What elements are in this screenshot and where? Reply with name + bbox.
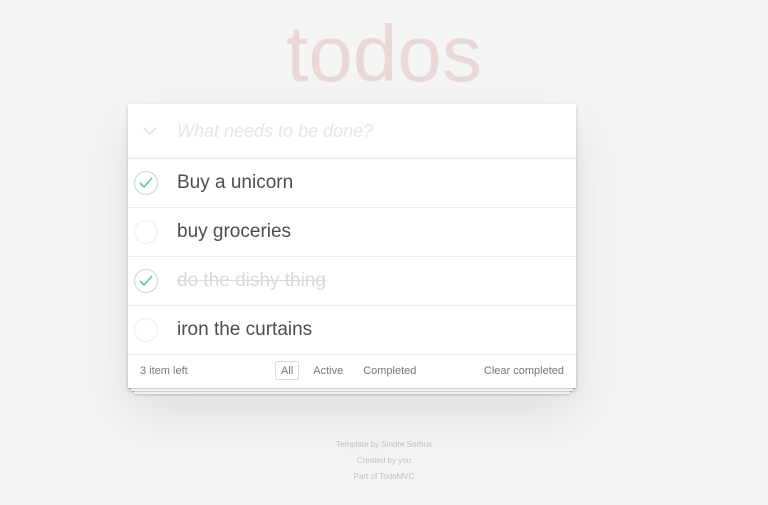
todo-label[interactable]: Buy a unicorn	[177, 159, 293, 207]
toggle-all-button[interactable]	[136, 114, 164, 148]
info-created-by[interactable]: Created by you	[0, 453, 768, 469]
filters: All Active Completed	[275, 361, 422, 380]
filter-all[interactable]: All	[275, 361, 300, 380]
todo-toggle-checkbox[interactable]	[134, 171, 158, 195]
info-template-credit[interactable]: Template by Sindre Sorhus	[0, 437, 768, 453]
todo-label[interactable]: iron the curtains	[177, 306, 312, 354]
todo-footer: 3 item left All Active Completed Clear c…	[128, 355, 576, 388]
todo-item[interactable]: iron the curtains	[128, 306, 576, 355]
todo-item[interactable]: buy groceries	[128, 208, 576, 257]
checkmark-icon	[139, 275, 153, 287]
todo-list: Buy a unicorn buy groceries do the dishy…	[128, 159, 576, 355]
filter-completed[interactable]: Completed	[357, 361, 422, 380]
app-title: todos	[286, 9, 482, 98]
todo-item[interactable]: do the dishy thing	[128, 257, 576, 306]
todo-label[interactable]: do the dishy thing	[177, 257, 326, 305]
todo-app: Buy a unicorn buy groceries do the dishy…	[128, 104, 576, 388]
info-footer: Template by Sindre Sorhus Created by you…	[0, 437, 768, 485]
todo-item[interactable]: Buy a unicorn	[128, 159, 576, 208]
todo-toggle-checkbox[interactable]	[134, 269, 158, 293]
filter-active[interactable]: Active	[307, 361, 349, 380]
todo-toggle-checkbox[interactable]	[134, 220, 158, 244]
checkmark-icon	[139, 177, 153, 189]
clear-completed-button[interactable]: Clear completed	[484, 365, 564, 378]
new-todo-input[interactable]	[177, 114, 557, 148]
todo-label[interactable]: buy groceries	[177, 208, 291, 256]
todo-count: 3 item left	[140, 365, 188, 377]
todo-toggle-checkbox[interactable]	[134, 318, 158, 342]
todo-header	[128, 104, 576, 159]
info-part-of[interactable]: Part of TodoMVC	[0, 469, 768, 485]
chevron-down-icon	[143, 127, 157, 136]
